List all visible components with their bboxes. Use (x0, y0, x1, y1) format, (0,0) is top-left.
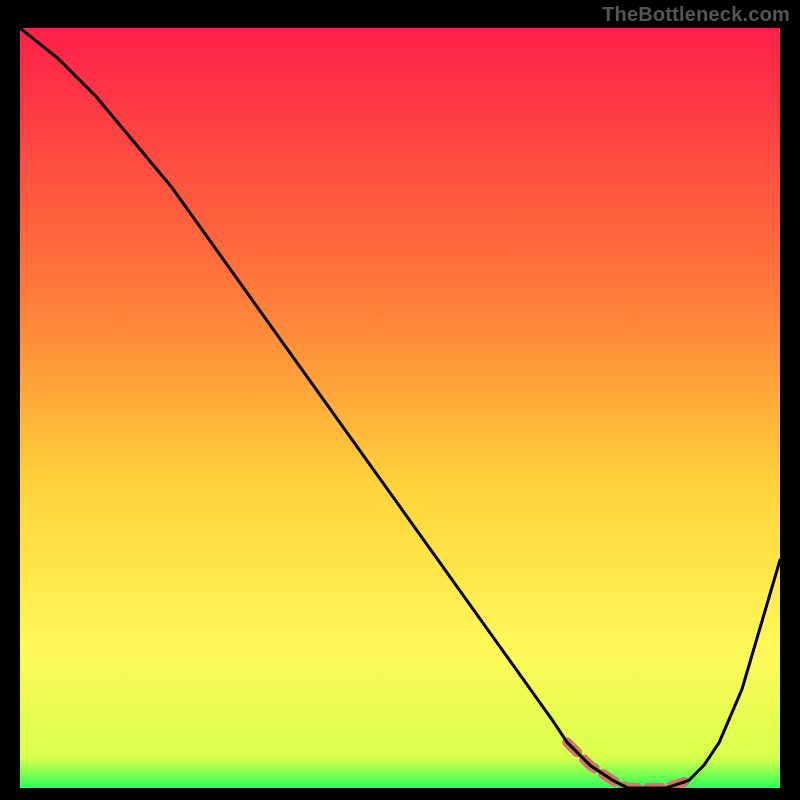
bottleneck-chart (20, 28, 780, 788)
watermark-text: TheBottleneck.com (602, 4, 790, 27)
chart-stage: TheBottleneck.com (0, 0, 800, 800)
plot-area (20, 28, 780, 788)
